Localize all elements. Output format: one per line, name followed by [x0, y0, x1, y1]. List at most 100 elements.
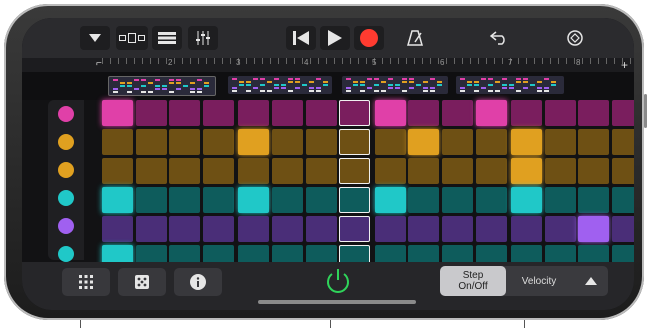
step-cell[interactable] [102, 100, 133, 126]
step-cell[interactable] [202, 129, 234, 155]
step-cell[interactable] [202, 216, 234, 242]
step-cell[interactable] [544, 129, 576, 155]
step-cell[interactable] [578, 158, 610, 184]
step-cell[interactable] [238, 100, 270, 126]
step-cell[interactable] [475, 158, 507, 184]
step-cell[interactable] [169, 100, 201, 126]
rewind-button[interactable] [286, 26, 316, 50]
dropdown-button[interactable] [80, 26, 110, 50]
step-cell[interactable] [544, 100, 576, 126]
step-cell[interactable] [272, 129, 303, 155]
pattern-section-2[interactable] [228, 76, 332, 94]
step-cell[interactable] [135, 129, 167, 155]
step-cell[interactable] [272, 158, 303, 184]
step-cell[interactable] [511, 100, 543, 126]
step-cell[interactable] [238, 129, 270, 155]
hand-clap-icon[interactable] [56, 160, 76, 180]
step-cell[interactable] [135, 187, 167, 213]
home-indicator[interactable] [258, 300, 416, 304]
step-cell[interactable] [511, 187, 543, 213]
step-cell[interactable] [135, 158, 167, 184]
step-cell[interactable] [169, 216, 201, 242]
step-cell[interactable] [408, 129, 440, 155]
step-cell[interactable] [408, 187, 440, 213]
step-cell[interactable] [578, 216, 610, 242]
step-cell[interactable] [374, 129, 406, 155]
step-on-off-tab[interactable]: Step On/Off [440, 266, 506, 296]
step-cell[interactable] [408, 216, 440, 242]
step-cell[interactable] [511, 158, 543, 184]
randomize-button[interactable] [118, 268, 166, 296]
step-cell[interactable] [578, 187, 610, 213]
step-cell[interactable] [305, 187, 337, 213]
step-cell[interactable] [272, 100, 303, 126]
step-cell[interactable] [202, 158, 234, 184]
step-cell[interactable] [442, 187, 473, 213]
step-cell[interactable] [511, 216, 543, 242]
step-cell[interactable] [612, 158, 634, 184]
step-cell[interactable] [408, 158, 440, 184]
step-cell[interactable] [135, 100, 167, 126]
step-cell[interactable] [612, 216, 634, 242]
step-cell[interactable] [578, 100, 610, 126]
pattern-overview[interactable] [22, 72, 634, 100]
pattern-section-1[interactable] [108, 76, 216, 96]
velocity-tab[interactable]: Velocity [506, 266, 572, 296]
step-cell[interactable] [102, 129, 133, 155]
step-cell[interactable] [544, 187, 576, 213]
add-section-button[interactable]: + [621, 58, 628, 72]
step-cell[interactable] [511, 129, 543, 155]
step-cell[interactable] [238, 158, 270, 184]
step-cell[interactable] [202, 100, 234, 126]
tracks-view-button[interactable] [152, 26, 182, 50]
step-cell[interactable] [238, 187, 270, 213]
step-cell[interactable] [202, 187, 234, 213]
playhead-marker[interactable]: ⌐ [96, 58, 102, 69]
step-cell[interactable] [305, 129, 337, 155]
record-button[interactable] [354, 26, 384, 50]
step-cell[interactable] [374, 216, 406, 242]
power-button[interactable] [322, 264, 354, 298]
step-cell[interactable] [442, 216, 473, 242]
step-cell[interactable] [305, 158, 337, 184]
step-cell[interactable] [272, 216, 303, 242]
step-cell[interactable] [475, 216, 507, 242]
step-cell[interactable] [305, 100, 337, 126]
step-cell[interactable] [135, 216, 167, 242]
step-cell[interactable] [169, 187, 201, 213]
pattern-section-4[interactable] [456, 76, 564, 94]
settings-button[interactable] [560, 26, 590, 50]
step-cell[interactable] [374, 100, 406, 126]
kick-drum-icon[interactable] [56, 104, 76, 124]
pattern-section-3[interactable] [342, 76, 448, 94]
cymbal-icon[interactable] [56, 244, 76, 264]
step-cell[interactable] [442, 100, 473, 126]
tag-icon[interactable] [56, 216, 76, 236]
grid-button[interactable] [62, 268, 110, 296]
step-cell[interactable] [612, 187, 634, 213]
step-cell[interactable] [408, 100, 440, 126]
step-cell[interactable] [544, 216, 576, 242]
undo-button[interactable] [484, 26, 514, 50]
metronome-button[interactable] [400, 26, 430, 50]
step-cell[interactable] [578, 129, 610, 155]
step-cell[interactable] [442, 158, 473, 184]
step-cell[interactable] [374, 158, 406, 184]
step-cell[interactable] [272, 187, 303, 213]
step-cell[interactable] [169, 129, 201, 155]
hi-hat-icon[interactable] [56, 188, 76, 208]
step-cell[interactable] [374, 187, 406, 213]
step-cell[interactable] [102, 216, 133, 242]
step-cell[interactable] [475, 187, 507, 213]
step-cell[interactable] [475, 100, 507, 126]
step-cell[interactable] [102, 158, 133, 184]
step-cell[interactable] [612, 100, 634, 126]
view-toggle-button[interactable] [116, 26, 148, 50]
step-cell[interactable] [612, 129, 634, 155]
step-cell[interactable] [442, 129, 473, 155]
info-button[interactable] [174, 268, 222, 296]
step-cell[interactable] [475, 129, 507, 155]
step-cell[interactable] [238, 216, 270, 242]
mixer-button[interactable] [188, 26, 218, 50]
step-cell[interactable] [102, 187, 133, 213]
